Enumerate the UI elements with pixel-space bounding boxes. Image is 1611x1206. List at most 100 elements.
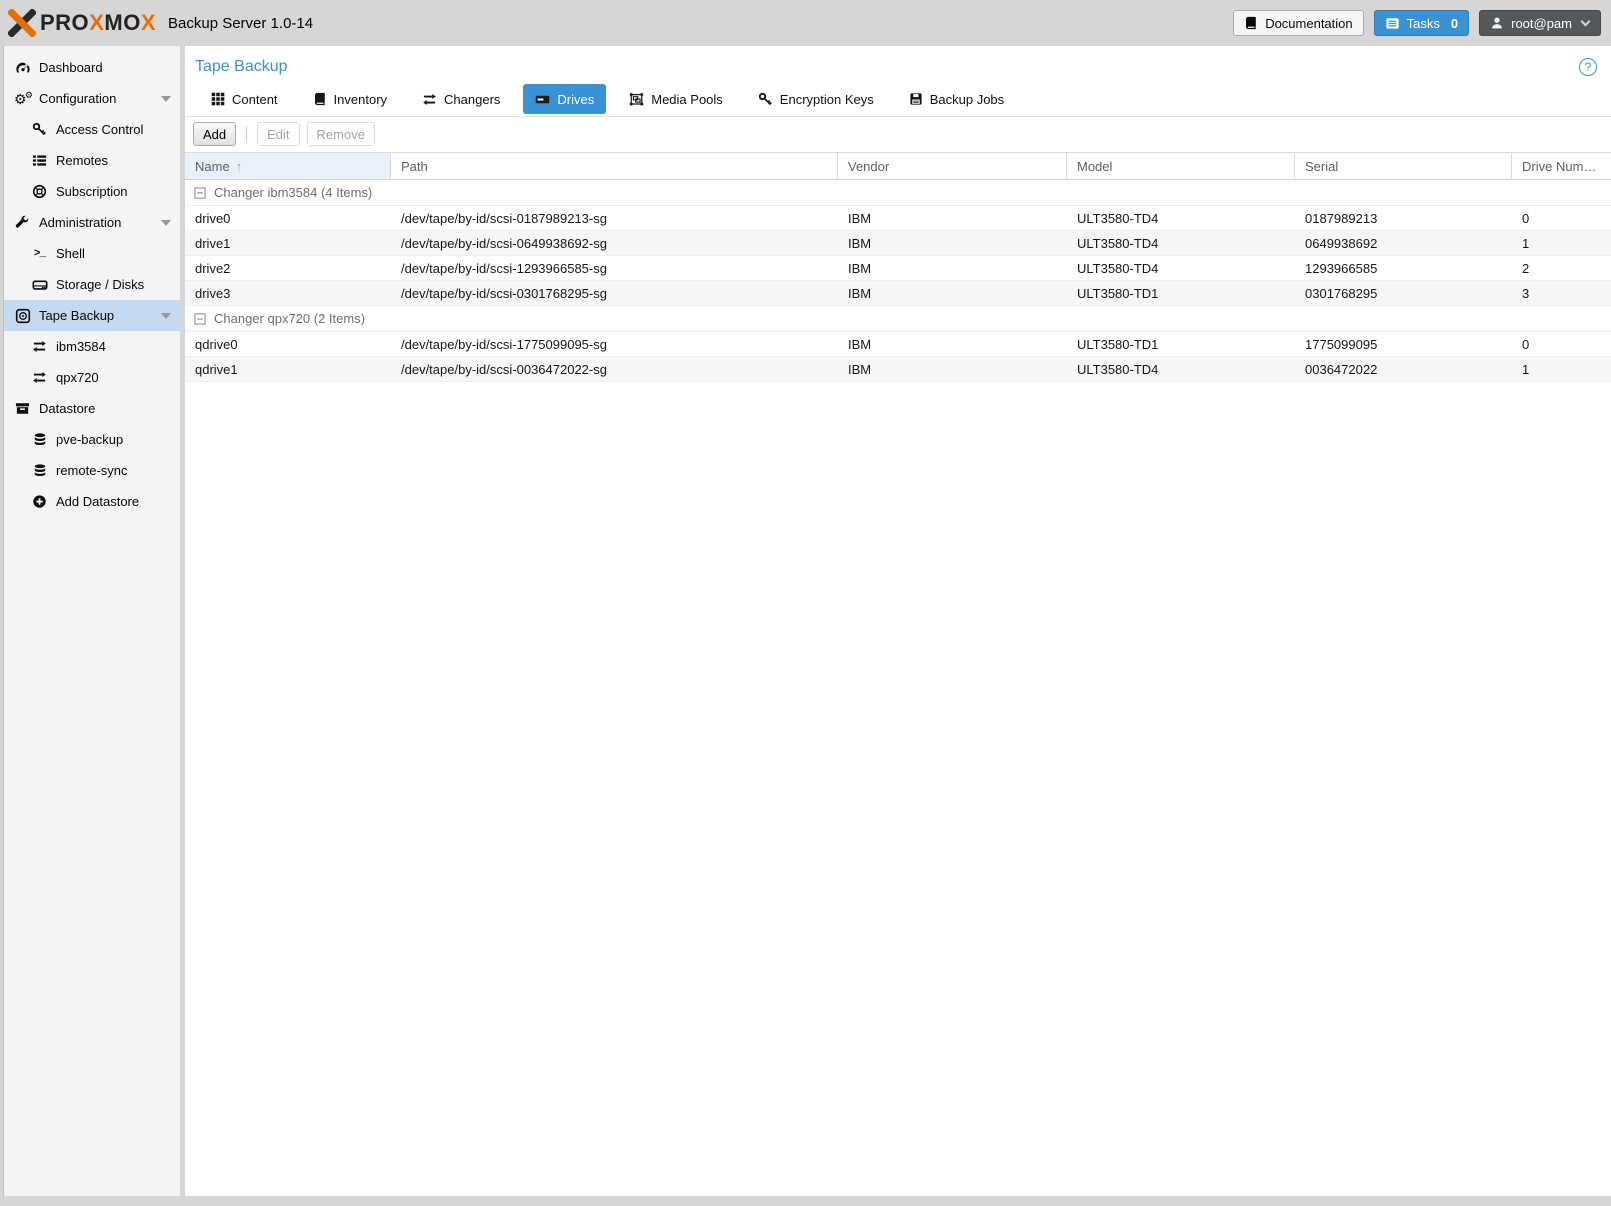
add-button[interactable]: Add xyxy=(193,122,237,146)
collapse-minus-icon[interactable] xyxy=(193,186,207,200)
remove-button[interactable]: Remove xyxy=(306,122,375,146)
cell-drive-number: 0 xyxy=(1522,210,1530,226)
table-row[interactable]: drive3 /dev/tape/by-id/scsi-0301768295-s… xyxy=(185,281,1611,306)
collapse-caret-icon[interactable] xyxy=(161,96,171,102)
terminal-icon: >_ xyxy=(33,247,46,260)
sidebar-item-access-control[interactable]: Access Control xyxy=(4,114,180,145)
cell-vendor: IBM xyxy=(848,285,872,301)
user-menu-button[interactable]: root@pam xyxy=(1479,10,1601,36)
table-row[interactable]: drive2 /dev/tape/by-id/scsi-1293966585-s… xyxy=(185,256,1611,281)
cell-name: qdrive1 xyxy=(195,361,238,377)
cell-model: ULT3580-TD1 xyxy=(1077,336,1159,352)
sidebar-item-label: Subscription xyxy=(56,184,128,199)
sidebar-item-datastore[interactable]: Datastore xyxy=(4,393,180,424)
column-header-drive-number[interactable]: Drive Num… xyxy=(1512,153,1611,179)
sidebar-item-label: Remotes xyxy=(56,153,109,168)
cell-serial: 0649938692 xyxy=(1305,235,1378,251)
column-header-model[interactable]: Model xyxy=(1067,153,1295,179)
cell-drive-number: 2 xyxy=(1522,260,1530,276)
tab-label: Changers xyxy=(444,91,501,107)
group-header-ibm3584[interactable]: Changer ibm3584 (4 Items) xyxy=(185,180,1611,206)
tab-inventory[interactable]: Inventory xyxy=(301,84,399,114)
column-label: Path xyxy=(401,158,428,174)
database-icon xyxy=(31,463,48,478)
sidebar-item-qpx720[interactable]: qpx720 xyxy=(4,362,180,393)
column-label: Vendor xyxy=(848,158,890,174)
cell-name: drive2 xyxy=(195,260,231,276)
toolbar: Add Edit Remove xyxy=(185,117,1611,152)
tab-label: Content xyxy=(232,91,278,107)
collapse-caret-icon[interactable] xyxy=(161,313,171,319)
proxmox-logo: PROXMOX xyxy=(8,9,156,37)
list-icon xyxy=(31,153,48,168)
tasks-button[interactable]: Tasks 0 xyxy=(1373,10,1470,36)
object-group-icon xyxy=(629,92,644,107)
cell-serial: 0036472022 xyxy=(1305,361,1378,377)
documentation-label: Documentation xyxy=(1265,15,1353,31)
sidebar-item-configuration[interactable]: ⚙ ⚙ Configuration xyxy=(4,83,180,114)
save-icon xyxy=(909,92,923,106)
column-header-vendor[interactable]: Vendor xyxy=(838,153,1067,179)
table-row[interactable]: drive0 /dev/tape/by-id/scsi-0187989213-s… xyxy=(185,206,1611,231)
sidebar-item-administration[interactable]: Administration xyxy=(4,207,180,238)
cell-vendor: IBM xyxy=(848,336,872,352)
table-row[interactable]: qdrive0 /dev/tape/by-id/scsi-1775099095-… xyxy=(185,332,1611,357)
database-icon xyxy=(31,432,48,447)
cell-name: drive1 xyxy=(195,235,231,251)
documentation-button[interactable]: Documentation xyxy=(1233,10,1364,36)
sidebar-item-label: remote-sync xyxy=(56,463,128,478)
grid-icon xyxy=(211,92,225,106)
sidebar-item-subscription[interactable]: Subscription xyxy=(4,176,180,207)
tasks-label: Tasks xyxy=(1406,15,1440,31)
tab-content[interactable]: Content xyxy=(199,84,290,114)
main-panel: Tape Backup ? Content Inventory Changers… xyxy=(185,46,1611,1196)
book-icon xyxy=(313,92,327,106)
sidebar-item-ibm3584[interactable]: ibm3584 xyxy=(4,331,180,362)
column-header-name[interactable]: Name ↑ xyxy=(185,153,391,179)
collapse-minus-icon[interactable] xyxy=(193,312,207,326)
gauge-icon xyxy=(14,60,31,76)
tab-changers[interactable]: Changers xyxy=(410,84,512,114)
cell-path: /dev/tape/by-id/scsi-1293966585-sg xyxy=(401,260,607,276)
table-row[interactable]: qdrive1 /dev/tape/by-id/scsi-0036472022-… xyxy=(185,357,1611,382)
tab-bar: Content Inventory Changers Drives Media … xyxy=(185,78,1611,116)
table-row[interactable]: drive1 /dev/tape/by-id/scsi-0649938692-s… xyxy=(185,231,1611,256)
key-icon xyxy=(758,92,773,107)
cell-drive-number: 1 xyxy=(1522,361,1530,377)
collapse-caret-icon[interactable] xyxy=(161,220,171,226)
user-label: root@pam xyxy=(1511,15,1572,31)
group-header-qpx720[interactable]: Changer qpx720 (2 Items) xyxy=(185,306,1611,332)
drives-table: Name ↑ Path Vendor Model Serial Drive Nu… xyxy=(185,152,1611,382)
column-label: Name xyxy=(195,158,230,174)
exchange-icon xyxy=(31,339,48,354)
chevron-down-icon xyxy=(1580,16,1591,27)
sidebar-item-label: Shell xyxy=(56,246,85,261)
cell-serial: 0187989213 xyxy=(1305,210,1378,226)
top-bar: PROXMOX Backup Server 1.0-14 Documentati… xyxy=(0,0,1611,46)
sidebar-item-add-datastore[interactable]: Add Datastore xyxy=(4,486,180,517)
sidebar-item-tape-backup[interactable]: Tape Backup xyxy=(4,300,180,331)
sort-asc-icon: ↑ xyxy=(235,158,243,174)
column-label: Serial xyxy=(1305,158,1339,174)
tab-encryption-keys[interactable]: Encryption Keys xyxy=(746,84,886,114)
tab-backup-jobs[interactable]: Backup Jobs xyxy=(897,84,1016,114)
sidebar-item-label: ibm3584 xyxy=(56,339,106,354)
column-header-serial[interactable]: Serial xyxy=(1295,153,1512,179)
sidebar-item-remotes[interactable]: Remotes xyxy=(4,145,180,176)
sidebar-item-remote-sync[interactable]: remote-sync xyxy=(4,455,180,486)
help-icon[interactable]: ? xyxy=(1579,58,1597,76)
tape-drive-icon xyxy=(535,92,550,107)
sidebar-item-storage-disks[interactable]: Storage / Disks xyxy=(4,269,180,300)
sidebar-item-pve-backup[interactable]: pve-backup xyxy=(4,424,180,455)
sidebar-item-shell[interactable]: >_ Shell xyxy=(4,238,180,269)
sidebar-item-dashboard[interactable]: Dashboard xyxy=(4,52,180,83)
sidebar-item-label: qpx720 xyxy=(56,370,99,385)
tasks-count-badge: 0 xyxy=(1450,15,1459,31)
sidebar-item-label: Configuration xyxy=(39,91,117,106)
tab-drives[interactable]: Drives xyxy=(523,84,607,114)
edit-button[interactable]: Edit xyxy=(257,122,300,146)
tab-media-pools[interactable]: Media Pools xyxy=(617,84,735,114)
page-title: Tape Backup xyxy=(195,58,288,75)
cell-drive-number: 3 xyxy=(1522,285,1530,301)
column-header-path[interactable]: Path xyxy=(391,153,838,179)
